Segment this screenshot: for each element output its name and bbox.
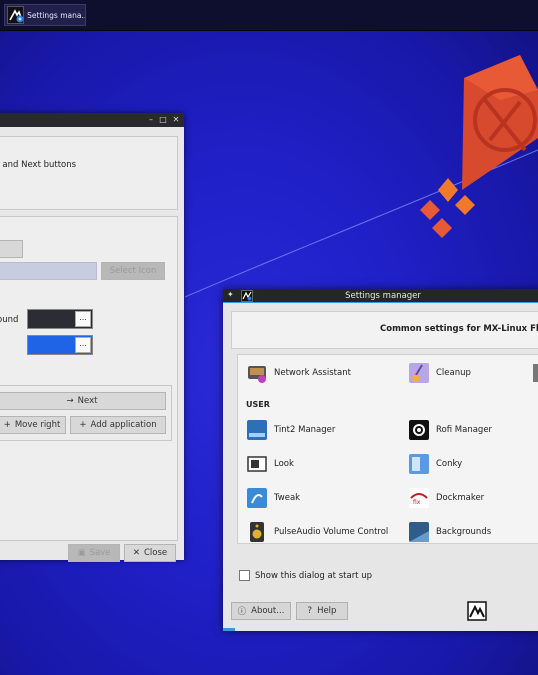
next-label: Next	[77, 396, 98, 406]
icon-path-field[interactable]	[0, 262, 97, 280]
minimize-icon[interactable]: –	[146, 114, 156, 125]
svg-text:fix: fix	[413, 499, 421, 506]
settings-titlebar: ✦ Settings manager	[223, 289, 538, 303]
settings-group: Select Icon ound ... ... → Next + Move r…	[0, 216, 178, 541]
help-label: Help	[317, 606, 337, 616]
add-application-label: Add application	[90, 420, 157, 430]
mx-logo-icon	[467, 601, 487, 621]
plus-icon: +	[3, 420, 11, 430]
dockmaker-label: Dockmaker	[436, 493, 485, 503]
move-right-button[interactable]: + Move right	[0, 416, 66, 434]
select-icon-label: Select Icon	[109, 266, 157, 276]
show-dialog-label: Show this dialog at start up	[255, 570, 372, 581]
rofi-manager-item[interactable]: Rofi Manager	[408, 418, 492, 442]
conky-icon	[408, 453, 430, 475]
accent-strip	[223, 628, 235, 631]
network-assistant-item[interactable]: Network Assistant	[246, 361, 351, 385]
about-label: About...	[251, 606, 285, 616]
network-assistant-label: Network Assistant	[274, 368, 351, 378]
settings-manager-window: ✦ Settings manager Common settings for M…	[223, 289, 538, 631]
close-button[interactable]: ✕ Close	[124, 544, 176, 562]
look-item[interactable]: Look	[246, 452, 294, 476]
help-icon: ?	[307, 606, 313, 616]
cleanup-item[interactable]: Cleanup	[408, 361, 471, 385]
select-icon-button[interactable]: Select Icon	[101, 262, 165, 280]
conky-item[interactable]: Conky	[408, 452, 462, 476]
background-color-swatch[interactable]: ...	[27, 309, 93, 329]
show-dialog-checkbox[interactable]: Show this dialog at start up	[239, 570, 372, 581]
tint2-icon	[246, 419, 268, 441]
conky-label: Conky	[436, 459, 463, 469]
clipped-item-icon	[533, 364, 538, 382]
buttons-group: → Next + Move right + Add application	[0, 385, 172, 441]
pulseaudio-item[interactable]: PulseAudio Volume Control	[246, 520, 388, 544]
background-label: ound	[0, 315, 19, 325]
section-user: USER	[246, 400, 270, 409]
close-icon[interactable]: ✕	[171, 114, 181, 125]
maximize-icon[interactable]: □	[158, 114, 168, 125]
speaker-icon	[246, 521, 268, 543]
next-button[interactable]: → Next	[0, 392, 166, 410]
save-label: Save	[89, 548, 111, 558]
tint2-manager-item[interactable]: Tint2 Manager	[246, 418, 335, 442]
pick-background-button[interactable]: ...	[75, 311, 91, 327]
info-icon: ⓘ	[237, 607, 247, 617]
arrow-right-icon: →	[66, 396, 74, 406]
rofi-manager-label: Rofi Manager	[436, 425, 493, 435]
cleanup-icon	[408, 362, 430, 384]
dockmaker-icon: fix	[408, 487, 430, 509]
tint2-manager-label: Tint2 Manager	[274, 425, 336, 435]
rofi-icon	[408, 419, 430, 441]
plus-icon: +	[79, 420, 87, 430]
tweak-item[interactable]: Tweak	[246, 486, 300, 510]
checkbox-box[interactable]	[239, 570, 250, 581]
editor-titlebar: – □ ✕	[0, 113, 184, 127]
kite-logo-icon	[420, 55, 538, 238]
dockmaker-item[interactable]: fix Dockmaker	[408, 486, 484, 510]
description-text: , and Next buttons	[0, 160, 77, 170]
close-label: Close	[143, 548, 168, 558]
foreground-color-swatch[interactable]: ...	[27, 335, 93, 355]
about-button[interactable]: ⓘ About...	[231, 602, 291, 620]
look-label: Look	[274, 459, 294, 469]
window-title: Settings manager	[345, 291, 421, 301]
tweak-label: Tweak	[274, 493, 301, 503]
move-right-label: Move right	[14, 420, 61, 430]
backgrounds-label: Backgrounds	[436, 527, 492, 537]
help-button[interactable]: ? Help	[296, 602, 348, 620]
add-application-button[interactable]: + Add application	[70, 416, 166, 434]
backgrounds-icon	[408, 521, 430, 543]
look-icon	[246, 453, 268, 475]
header-text: Common settings for MX-Linux Flu	[380, 324, 538, 334]
editor-window: – □ ✕ , and Next buttons Select Icon oun…	[0, 113, 184, 562]
save-icon: ▣	[77, 548, 86, 558]
cleanup-label: Cleanup	[436, 368, 471, 378]
settings-list: Network Assistant Cleanup USER Tint2 Man…	[237, 354, 538, 544]
pick-foreground-button[interactable]: ...	[75, 337, 91, 353]
tweak-icon	[246, 487, 268, 509]
header-box: Common settings for MX-Linux Flu	[231, 311, 538, 349]
save-button[interactable]: ▣ Save	[68, 544, 120, 562]
partial-button[interactable]	[0, 240, 23, 258]
description-group: , and Next buttons	[0, 136, 178, 210]
pulseaudio-label: PulseAudio Volume Control	[274, 527, 389, 537]
backgrounds-item[interactable]: Backgrounds	[408, 520, 491, 544]
network-assistant-icon	[246, 362, 268, 384]
close-icon: ✕	[132, 548, 140, 558]
